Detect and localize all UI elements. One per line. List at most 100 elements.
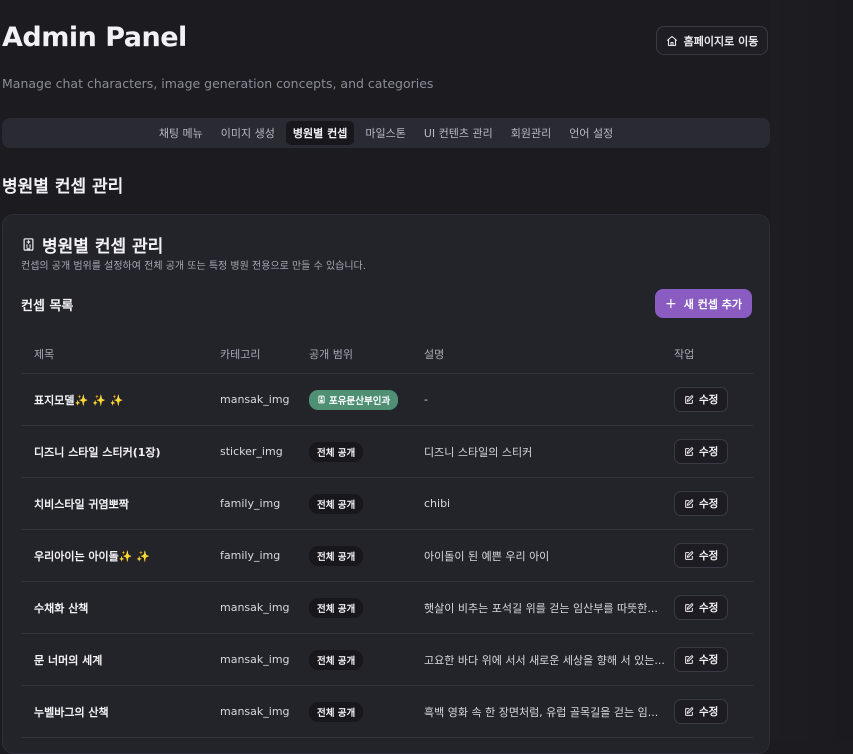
visibility-badge-label: 포유문산부인과 — [329, 395, 391, 407]
header-actions: 작업 — [674, 348, 695, 361]
row-description: 고요한 바다 위에 서서 새로운 세상을 향해 서 있는... — [424, 653, 665, 667]
row-actions: 수정 — [674, 699, 753, 724]
row-visibility-cell: 전체 공개 — [309, 701, 424, 722]
tab-milestones[interactable]: 마일스톤 — [358, 121, 412, 145]
row-actions: 수정 — [674, 439, 753, 464]
tab-image-generation[interactable]: 이미지 생성 — [214, 121, 282, 145]
row-description: 아이돌이 된 예쁜 우리 아이 — [424, 549, 550, 563]
header-title: 제목 — [34, 348, 55, 361]
card-description: 컨셉의 공개 범위를 설정하여 전체 공개 또는 특정 병원 전용으로 만들 수… — [21, 261, 366, 272]
row-title: 누벨바그의 산책 — [34, 705, 109, 719]
edit-icon — [685, 550, 694, 560]
background-strip — [770, 0, 853, 741]
tab-language[interactable]: 언어 설정 — [562, 121, 620, 145]
tab-chat-menu[interactable]: 채팅 메뉴 — [152, 121, 210, 145]
row-category: sticker_img — [220, 445, 283, 458]
edit-icon — [685, 446, 694, 456]
edit-button[interactable]: 수정 — [674, 595, 729, 620]
edit-icon — [685, 394, 694, 404]
concepts-card: 병원별 컨셉 관리 컨셉의 공개 범위를 설정하여 전체 공개 또는 특정 병원… — [2, 214, 770, 754]
edit-button-label: 수정 — [699, 498, 719, 510]
table-row: 치비스타일 귀염뽀짝 family_img 전체 공개 chibi 수정 — [21, 478, 753, 530]
table-row: 표지모델✨ ✨ ✨ mansak_img 포유문산부인과 - 수정 — [21, 374, 753, 426]
edit-button[interactable]: 수정 — [674, 543, 729, 568]
home-button[interactable]: 홈페이지로 이동 — [656, 26, 768, 55]
row-description: chibi — [424, 497, 451, 510]
header-visibility: 공개 범위 — [309, 348, 353, 361]
tab-ui-content[interactable]: UI 컨텐츠 관리 — [417, 121, 500, 145]
edit-button[interactable]: 수정 — [674, 439, 729, 464]
row-description: - — [424, 393, 428, 406]
visibility-badge: 전체 공개 — [309, 545, 364, 566]
row-title: 표지모델✨ ✨ ✨ — [34, 393, 124, 407]
visibility-badge: 전체 공개 — [309, 597, 364, 618]
row-category: family_img — [220, 497, 281, 510]
edit-button-label: 수정 — [699, 706, 719, 718]
visibility-badge: 포유문산부인과 — [309, 389, 399, 410]
row-category: mansak_img — [220, 601, 290, 614]
row-title: 우리아이는 아이돌✨ ✨ — [34, 549, 151, 563]
row-actions: 수정 — [674, 543, 753, 568]
row-actions: 수정 — [674, 595, 753, 620]
row-title: 디즈니 스타일 스티커(1장) — [34, 445, 161, 459]
row-category: mansak_img — [220, 393, 290, 406]
visibility-badge: 전체 공개 — [309, 493, 364, 514]
row-actions: 수정 — [674, 647, 753, 672]
row-category: family_img — [220, 549, 281, 562]
edit-icon — [685, 498, 694, 508]
table-row: 문 너머의 세계 mansak_img 전체 공개 고요한 바다 위에 서서 새… — [21, 634, 753, 686]
visibility-badge: 전체 공개 — [309, 649, 364, 670]
plus-icon: + — [665, 295, 677, 312]
home-icon — [666, 35, 677, 46]
table-row: 우리아이는 아이돌✨ ✨ family_img 전체 공개 아이돌이 된 예쁜 … — [21, 530, 753, 582]
hospital-icon — [318, 395, 325, 404]
row-category: mansak_img — [220, 653, 290, 666]
admin-page: Admin Panel Manage chat characters, imag… — [0, 0, 853, 754]
table-row: 수채화 산책 mansak_img 전체 공개 햇살이 비추는 포석길 위를 걷… — [21, 582, 753, 634]
row-visibility-cell: 포유문산부인과 — [309, 389, 424, 410]
hospital-icon — [23, 238, 34, 251]
edit-button[interactable]: 수정 — [674, 699, 729, 724]
table-header: 제목 카테고리 공개 범위 설명 작업 — [21, 335, 753, 374]
row-category: mansak_img — [220, 705, 290, 718]
tab-hospital-concepts[interactable]: 병원별 컨셉 — [285, 121, 355, 145]
card-title-text: 병원별 컨셉 관리 — [42, 237, 164, 257]
page-title: Admin Panel — [2, 22, 187, 53]
edit-button[interactable]: 수정 — [674, 647, 729, 672]
add-concept-label: 새 컨셉 추가 — [683, 297, 742, 311]
edit-icon — [685, 602, 694, 612]
header-description: 설명 — [424, 348, 445, 361]
edit-button[interactable]: 수정 — [674, 491, 729, 516]
home-button-label: 홈페이지로 이동 — [683, 34, 759, 48]
visibility-badge: 전체 공개 — [309, 701, 364, 722]
edit-button-label: 수정 — [699, 394, 719, 406]
row-visibility-cell: 전체 공개 — [309, 597, 424, 618]
row-title: 수채화 산책 — [34, 601, 89, 615]
table-row: 누벨바그의 산책 mansak_img 전체 공개 흑백 영화 속 한 장면처럼… — [21, 686, 753, 738]
header-category: 카테고리 — [220, 348, 261, 361]
edit-button-label: 수정 — [699, 550, 719, 562]
edit-icon — [685, 706, 694, 716]
tab-bar: 채팅 메뉴 이미지 생성 병원별 컨셉 마일스톤 UI 컨텐츠 관리 회원관리 … — [2, 118, 770, 148]
edit-button[interactable]: 수정 — [674, 387, 729, 412]
card-title: 병원별 컨셉 관리 — [21, 232, 163, 257]
section-heading: 병원별 컨셉 관리 — [2, 177, 124, 197]
add-concept-button[interactable]: + 새 컨셉 추가 — [655, 289, 752, 318]
page-subtitle: Manage chat characters, image generation… — [2, 76, 434, 91]
tab-members[interactable]: 회원관리 — [504, 121, 558, 145]
row-description: 흑백 영화 속 한 장면처럼, 유럽 골목길을 걷는 임... — [424, 705, 659, 719]
row-description: 디즈니 스타일의 스티커 — [424, 445, 533, 459]
row-actions: 수정 — [674, 491, 753, 516]
row-visibility-cell: 전체 공개 — [309, 649, 424, 670]
visibility-badge: 전체 공개 — [309, 441, 364, 462]
edit-icon — [685, 654, 694, 664]
row-visibility-cell: 전체 공개 — [309, 545, 424, 566]
row-visibility-cell: 전체 공개 — [309, 441, 424, 462]
edit-button-label: 수정 — [699, 654, 719, 666]
row-visibility-cell: 전체 공개 — [309, 493, 424, 514]
table-row: 디즈니 스타일 스티커(1장) sticker_img 전체 공개 디즈니 스타… — [21, 426, 753, 478]
edit-button-label: 수정 — [699, 446, 719, 458]
row-description: 햇살이 비추는 포석길 위를 걷는 임산부를 따뜻한... — [424, 601, 658, 615]
concept-list-title: 컨셉 목록 — [21, 299, 74, 314]
concept-table: 제목 카테고리 공개 범위 설명 작업 표지모델✨ ✨ ✨ mansak_img… — [21, 335, 753, 738]
